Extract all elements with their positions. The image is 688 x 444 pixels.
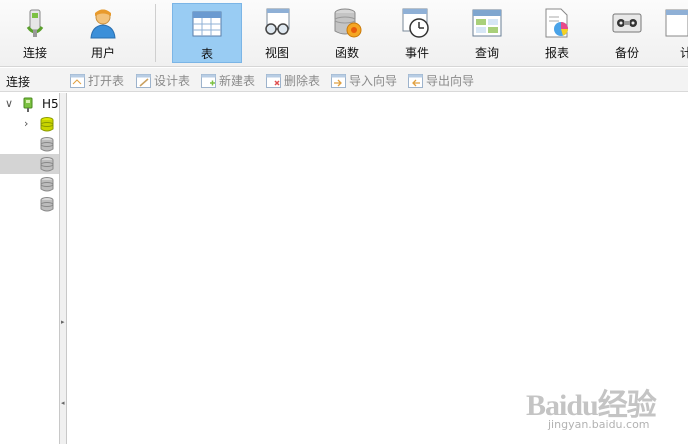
connection-plug-icon [23,97,33,112]
toolbar-function-button[interactable]: 函数 [312,3,382,63]
connection-tree[interactable]: ∨ H5 › [0,93,59,444]
backup-tape-icon [612,13,642,33]
baidu-watermark: Baidu经验 jingyan.baidu.com [526,378,686,442]
expand-chevron-right-icon[interactable]: › [24,117,28,130]
toolbar-query-label: 查询 [474,46,499,60]
connect-plug-icon [26,9,44,37]
import-wizard-label: 导入向导 [349,74,398,88]
delete-table-button[interactable]: 删除表 [266,72,320,88]
export-wizard-button[interactable]: 导出向导 [408,72,474,88]
toolbar-schedule-button[interactable]: 计 [662,3,688,63]
report-chart-icon [545,8,568,38]
collapse-left-arrow-icon[interactable]: ◂ [61,399,66,408]
toolbar-table-button[interactable]: 表 [172,3,242,63]
open-table-label: 打开表 [88,74,125,88]
function-database-icon [334,8,362,38]
database-closed-icon [40,197,54,212]
collapse-right-arrow-icon[interactable]: ▸ [61,318,66,327]
connection-pane-title: 连接 [6,75,31,89]
database-closed-icon [40,137,54,152]
toolbar-user-label: 用户 [90,46,115,60]
open-table-button[interactable]: 打开表 [70,72,124,88]
event-clock-icon [402,8,429,38]
query-table-icon [472,9,502,37]
toolbar-backup-label: 备份 [614,46,639,60]
user-icon [90,9,116,39]
toolbar-separator [155,4,156,62]
toolbar-connect-label: 连接 [22,46,47,60]
new-table-icon [201,74,216,88]
watermark-url: jingyan.baidu.com [548,418,650,431]
new-table-label: 新建表 [219,74,256,88]
toolbar-table-label: 表 [200,47,213,61]
design-table-icon [136,74,151,88]
table-icon [192,11,222,37]
tree-database-item-selected[interactable] [0,154,59,174]
new-table-button[interactable]: 新建表 [201,72,255,88]
toolbar-report-button[interactable]: 报表 [522,3,592,63]
export-wizard-label: 导出向导 [426,74,475,88]
toolbar-event-button[interactable]: 事件 [382,3,452,63]
design-table-button[interactable]: 设计表 [136,72,190,88]
toolbar-report-label: 报表 [544,46,569,60]
toolbar-view-label: 视图 [264,46,289,60]
toolbar-view-button[interactable]: 视图 [242,3,312,63]
toolbar-connect-button[interactable]: 连接 [0,3,70,63]
tree-connection-label: H5 [42,97,59,111]
database-closed-icon [40,177,54,192]
toolbar-user-button[interactable]: 用户 [68,3,138,63]
open-table-icon [70,74,85,88]
toolbar-query-button[interactable]: 查询 [452,3,522,63]
tree-database-item[interactable] [0,174,59,194]
expand-chevron-down-icon[interactable]: ∨ [5,97,13,110]
main-toolbar: 连接 用户 表 视图 函数 事件 查询 报表 备份 计 [0,0,688,67]
tree-connection-h5[interactable]: ∨ H5 [0,94,59,114]
toolbar-event-label: 事件 [404,46,429,60]
delete-table-label: 删除表 [284,74,321,88]
tree-database-item[interactable]: › [0,114,59,134]
view-glasses-icon [265,8,290,35]
object-toolbar: 连接 打开表 设计表 新建表 删除表 导入向导 导出向导 [0,68,688,92]
schedule-icon [665,9,688,37]
design-table-label: 设计表 [154,74,191,88]
delete-table-icon [266,74,281,88]
tree-database-item[interactable] [0,194,59,214]
database-closed-icon [40,157,54,172]
pane-splitter[interactable]: ▸ ◂ [59,93,67,444]
import-wizard-icon [331,74,346,88]
import-wizard-button[interactable]: 导入向导 [331,72,397,88]
export-wizard-icon [408,74,423,88]
toolbar-backup-button[interactable]: 备份 [592,3,662,63]
tree-database-item[interactable] [0,134,59,154]
database-open-icon [40,117,54,132]
toolbar-function-label: 函数 [334,46,359,60]
toolbar-schedule-label: 计 [680,46,688,60]
